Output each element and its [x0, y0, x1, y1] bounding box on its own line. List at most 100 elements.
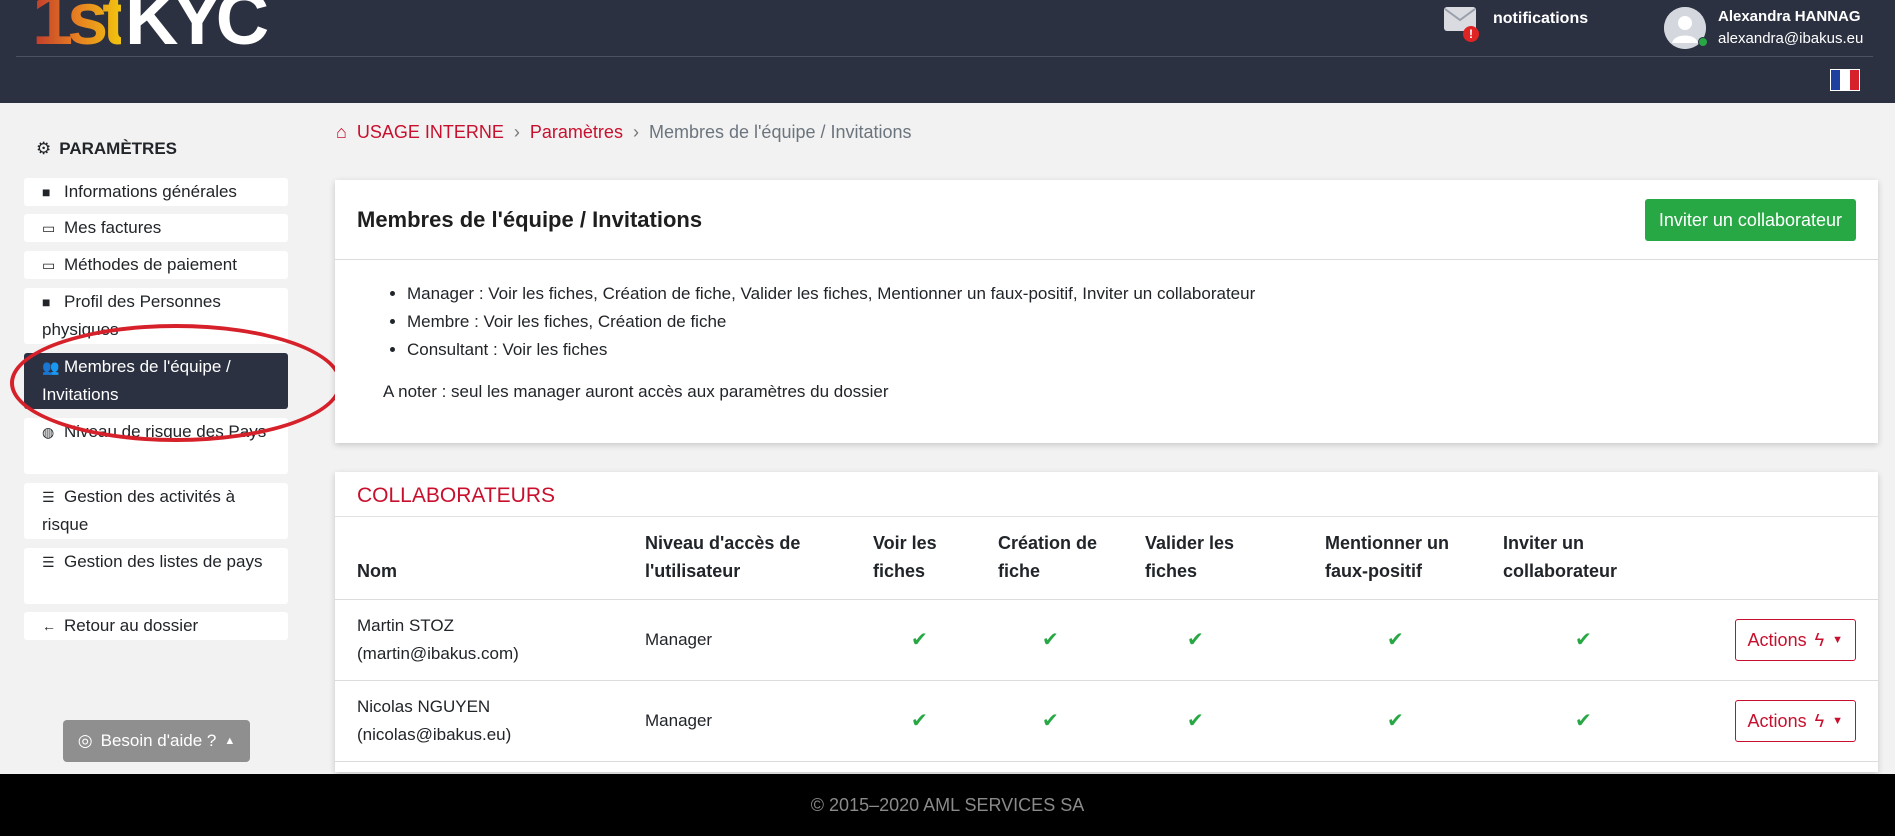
sidebar-item-label: Retour au dossier	[64, 616, 199, 635]
collaborator-name: Nicolas NGUYEN	[357, 697, 491, 716]
help-button[interactable]: ◎ Besoin d'aide ? ▲	[63, 720, 250, 762]
user-menu[interactable]: Alexandra HANNAG alexandra@ibakus.eu	[1664, 6, 1863, 50]
sidebar-title: ⚙ PARAMÈTRES	[36, 139, 177, 159]
breadcrumb: ⌂ USAGE INTERNE › Paramètres › Membres d…	[336, 122, 912, 143]
sidebar-item-paiement[interactable]: ▭ Méthodes de paiement	[24, 251, 288, 279]
sidebar-item-label: Méthodes de paiement	[64, 255, 237, 274]
cell-inviter: ✔	[1503, 599, 1683, 681]
cell-name: Nicolas NGUYEN (nicolas@ibakus.eu)	[335, 680, 645, 762]
collaborator-email: (martin@ibakus.com)	[357, 644, 519, 663]
folder-icon: ■	[42, 294, 51, 310]
cell-voir: ✔	[873, 680, 998, 762]
credit-card-icon: ▭	[42, 220, 56, 236]
collaborators-title: COLLABORATEURS	[335, 472, 1878, 517]
list-item: Consultant : Voir les fiches	[407, 336, 1255, 364]
gear-icon: ⚙	[36, 139, 52, 158]
table-row: Martin STOZ (martin@ibakus.com) Manager …	[335, 599, 1878, 681]
cell-valider: ✔	[1145, 599, 1325, 681]
user-email: alexandra@ibakus.eu	[1718, 30, 1864, 47]
app-logo[interactable]: 1st KYC	[32, 0, 269, 56]
top-navbar: 1st KYC ! notifications Alexandra HANNAG…	[0, 0, 1895, 103]
cell-faux-positif: ✔	[1325, 680, 1503, 762]
col-inviter: Inviter un collaborateur	[1503, 517, 1683, 600]
check-icon: ✔	[1387, 709, 1404, 732]
sidebar-item-retour[interactable]: ← Retour au dossier	[24, 612, 288, 640]
collaborator-name: Martin STOZ	[357, 616, 454, 635]
french-flag-icon[interactable]	[1830, 69, 1860, 91]
footer: © 2015–2020 AML SERVICES SA	[0, 774, 1895, 836]
list-item: Manager : Voir les fiches, Création de f…	[407, 280, 1255, 308]
header-divider	[16, 56, 1873, 57]
team-info-panel: Membres de l'équipe / Invitations Invite…	[335, 180, 1878, 443]
caret-up-icon: ▲	[224, 735, 236, 747]
users-icon: 👥	[42, 359, 60, 375]
breadcrumb-current: Membres de l'équipe / Invitations	[648, 122, 912, 142]
panel-header: Membres de l'équipe / Invitations Invite…	[335, 180, 1878, 260]
col-niveau: Niveau d'accès de l'utilisateur	[645, 517, 873, 600]
list-icon: ☰	[42, 554, 55, 570]
check-icon: ✔	[911, 628, 928, 651]
caret-down-icon: ▼	[1832, 634, 1843, 646]
actions-label: Actions	[1747, 711, 1807, 731]
cell-actions: Actions ϟ ▼	[1683, 599, 1878, 681]
sidebar-item-listes-pays[interactable]: ☰ Gestion des listes de pays	[24, 548, 288, 604]
sidebar-item-label: Mes factures	[64, 218, 162, 237]
sidebar-item-informations[interactable]: ■ Informations générales	[24, 178, 288, 206]
sidebar-item-label: Gestion des listes de pays	[64, 552, 263, 571]
col-voir: Voir les fiches	[873, 517, 998, 600]
cell-faux-positif: ✔	[1325, 599, 1503, 681]
sidebar-item-label: Membres de l'équipe / Invitations	[42, 357, 231, 404]
check-icon: ✔	[1575, 709, 1592, 732]
cell-valider: ✔	[1145, 680, 1325, 762]
copyright-text: © 2015–2020 AML SERVICES SA	[810, 794, 1085, 815]
user-name: Alexandra HANNAG	[1718, 8, 1861, 25]
actions-dropdown-button[interactable]: Actions ϟ ▼	[1734, 619, 1856, 661]
sidebar-item-label: Gestion des activités à risque	[42, 487, 236, 534]
col-actions	[1683, 517, 1878, 600]
caret-down-icon: ▼	[1832, 715, 1843, 727]
breadcrumb-parametres[interactable]: Paramètres	[530, 122, 623, 143]
actions-label: Actions	[1747, 630, 1807, 650]
cell-level: Manager	[645, 599, 873, 681]
col-faux-positif: Mentionner un faux-positif	[1325, 517, 1503, 600]
sidebar-item-factures[interactable]: ▭ Mes factures	[24, 214, 288, 242]
folder-icon: ■	[42, 184, 51, 200]
breadcrumb-home[interactable]: USAGE INTERNE	[357, 122, 504, 143]
cell-voir: ✔	[873, 599, 998, 681]
check-icon: ✔	[1575, 628, 1592, 651]
notifications-label: notifications	[1493, 10, 1589, 27]
list-item: Membre : Voir les fiches, Création de fi…	[407, 308, 1255, 336]
avatar	[1664, 7, 1708, 49]
notification-badge: !	[1463, 26, 1479, 42]
cell-level: Manager	[645, 680, 873, 762]
collaborator-email: (nicolas@ibakus.eu)	[357, 725, 512, 744]
check-icon: ✔	[1387, 628, 1404, 651]
sidebar-item-activites[interactable]: ☰ Gestion des activités à risque	[24, 483, 288, 539]
table-row: Nicolas NGUYEN (nicolas@ibakus.eu) Manag…	[335, 680, 1878, 762]
collaborators-panel: COLLABORATEURS Nom Niveau d'accès de l'u…	[335, 472, 1878, 772]
page-title: Membres de l'équipe / Invitations	[357, 206, 703, 232]
home-icon[interactable]: ⌂	[336, 122, 347, 143]
invite-collaborator-button[interactable]: Inviter un collaborateur	[1644, 198, 1856, 241]
cell-name: Martin STOZ (martin@ibakus.com)	[335, 599, 645, 681]
sidebar-item-label: Niveau de risque des Pays	[64, 422, 267, 441]
credit-card-icon: ▭	[42, 257, 56, 273]
check-icon: ✔	[1042, 709, 1059, 732]
cell-inviter: ✔	[1503, 680, 1683, 762]
sidebar-item-risque-pays[interactable]: ◍ Niveau de risque des Pays	[24, 418, 288, 474]
table-header-row: Nom Niveau d'accès de l'utilisateur Voir…	[335, 517, 1878, 600]
envelope-icon: !	[1443, 6, 1479, 42]
logo-part-1: 1st	[32, 0, 127, 56]
actions-dropdown-button[interactable]: Actions ϟ ▼	[1734, 700, 1856, 742]
check-icon: ✔	[911, 709, 928, 732]
manager-note: A noter : seul les manager auront accès …	[383, 382, 889, 401]
cell-creation: ✔	[998, 599, 1145, 681]
notifications-button[interactable]: ! notifications	[1443, 6, 1589, 42]
breadcrumb-separator: ›	[513, 122, 520, 142]
lifebuoy-icon: ◎	[77, 731, 93, 750]
cell-actions: Actions ϟ ▼	[1683, 680, 1878, 762]
sidebar-item-membres[interactable]: 👥 Membres de l'équipe / Invitations	[24, 353, 288, 409]
check-icon: ✔	[1187, 709, 1204, 732]
sidebar-item-label: Profil des Personnes physiques	[42, 292, 221, 339]
sidebar-item-profil[interactable]: ■ Profil des Personnes physiques	[24, 288, 288, 344]
